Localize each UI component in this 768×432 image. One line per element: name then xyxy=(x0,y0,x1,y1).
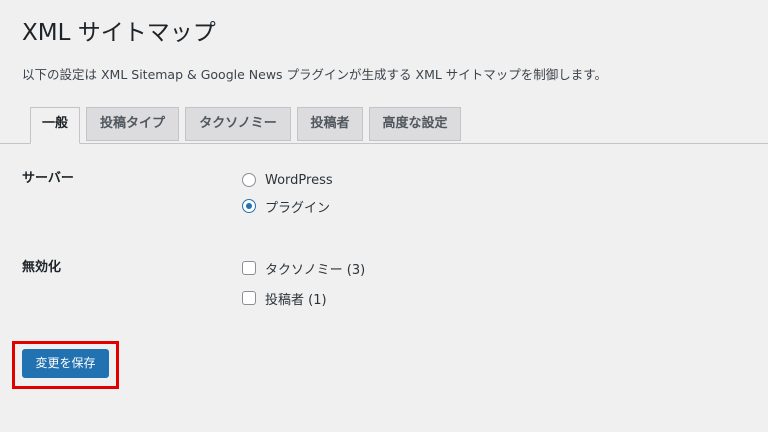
settings-tabs: 一般 投稿タイプ タクソノミー 投稿者 高度な設定 xyxy=(0,107,768,144)
save-changes-button[interactable]: 変更を保存 xyxy=(22,349,109,378)
tab-authors[interactable]: 投稿者 xyxy=(297,107,363,141)
page-title: XML サイトマップ xyxy=(22,20,216,46)
tab-general[interactable]: 一般 xyxy=(30,107,80,144)
tab-post-types[interactable]: 投稿タイプ xyxy=(86,107,179,141)
authors-checkbox[interactable] xyxy=(242,291,256,305)
plugin-radio[interactable] xyxy=(242,199,256,213)
taxonomies-checkbox[interactable] xyxy=(242,261,256,275)
wordpress-radio-label: WordPress xyxy=(265,172,333,188)
disable-option-authors[interactable]: 投稿者 (1) xyxy=(242,288,327,308)
disable-label: 無効化 xyxy=(22,260,62,275)
tab-taxonomies[interactable]: タクソノミー xyxy=(185,107,291,141)
server-label: サーバー xyxy=(22,171,74,186)
authors-checkbox-label: 投稿者 (1) xyxy=(265,292,327,308)
page-description: 以下の設定は XML Sitemap & Google News プラグインが生… xyxy=(22,67,608,82)
wordpress-radio[interactable] xyxy=(242,173,256,187)
server-option-wordpress[interactable]: WordPress xyxy=(242,170,333,190)
tab-advanced[interactable]: 高度な設定 xyxy=(369,107,461,141)
server-option-plugin[interactable]: プラグイン xyxy=(242,196,330,216)
plugin-radio-label: プラグイン xyxy=(265,200,331,216)
disable-option-taxonomies[interactable]: タクソノミー (3) xyxy=(242,258,365,278)
taxonomies-checkbox-label: タクソノミー (3) xyxy=(265,262,366,278)
